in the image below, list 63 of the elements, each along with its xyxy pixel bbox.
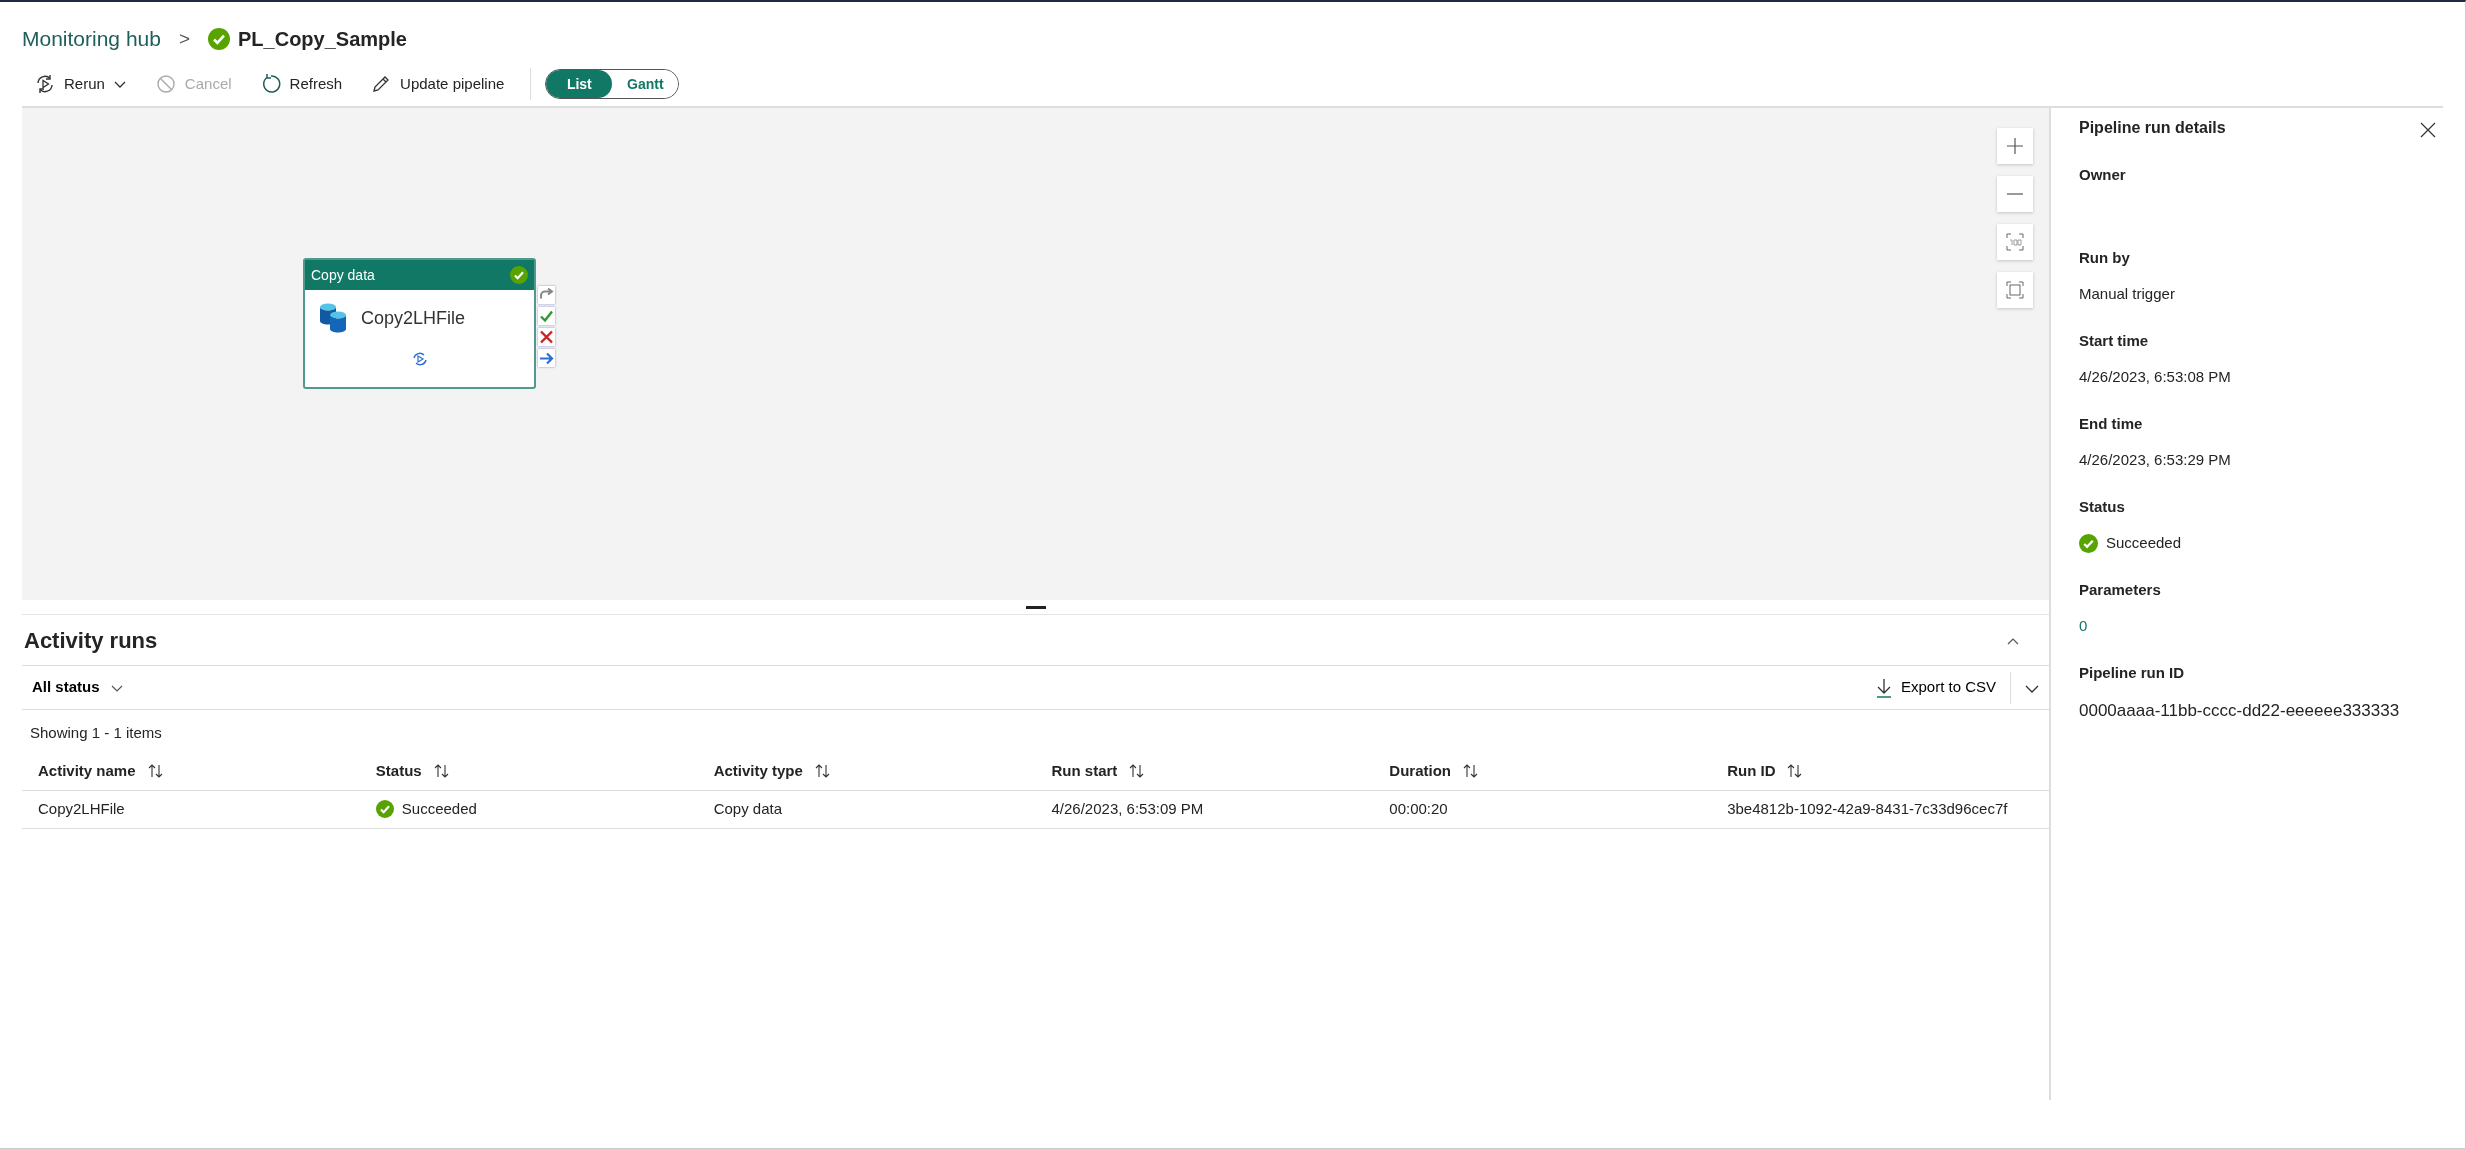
field-value: 4/26/2023, 6:53:08 PM bbox=[2079, 367, 2231, 387]
table-cell-text: Copy2LHFile bbox=[37, 798, 126, 819]
table-cell-text: Copy data bbox=[712, 798, 784, 819]
field-label: Run by bbox=[2079, 247, 2131, 268]
export-csv-button[interactable]: Export to CSV bbox=[1868, 675, 2002, 700]
sort-icon bbox=[147, 763, 164, 779]
rerun-button[interactable]: Rerun bbox=[22, 68, 139, 100]
field-label: Status bbox=[2079, 496, 2126, 517]
field-value: 0000aaaa-11bb-cccc-dd22-eeeeee333333 bbox=[2079, 700, 2400, 722]
activity-name: Copy2LHFile bbox=[361, 306, 466, 330]
sort-icon bbox=[1463, 763, 1479, 779]
zoom-100-icon bbox=[2005, 232, 2025, 252]
field-label: Parameters bbox=[2079, 579, 2162, 600]
fit-to-screen-button[interactable] bbox=[1997, 272, 2033, 308]
table-cell-text: Succeeded bbox=[401, 798, 477, 819]
field-label: Start time bbox=[2079, 330, 2150, 351]
refresh-button[interactable]: Refresh bbox=[247, 68, 355, 100]
activity-type: Copy data bbox=[311, 265, 375, 285]
database-icon bbox=[319, 302, 347, 334]
sort-icon bbox=[1787, 763, 1804, 779]
parameters-link[interactable]: 0 bbox=[2079, 615, 2088, 638]
status-filter-dropdown[interactable]: All status bbox=[22, 676, 134, 699]
panel-title: Pipeline run details bbox=[2079, 118, 2226, 138]
fit-screen-icon bbox=[2005, 280, 2025, 300]
resize-handle[interactable] bbox=[1025, 605, 1046, 609]
column-header[interactable]: Run start bbox=[1035, 759, 1374, 783]
item-count: Showing 1 - 1 items bbox=[29, 723, 163, 743]
rerun-icon bbox=[34, 73, 56, 95]
cancel-icon bbox=[154, 73, 177, 95]
table-cell-text: 00:00:20 bbox=[1388, 798, 1449, 819]
edit-button[interactable]: Update pipeline bbox=[358, 68, 517, 100]
column-header[interactable]: Run ID bbox=[1711, 759, 2049, 783]
check-icon bbox=[538, 307, 555, 325]
column-header[interactable]: Status bbox=[359, 759, 698, 783]
plus-icon bbox=[2005, 136, 2025, 156]
download-icon bbox=[1874, 677, 1893, 698]
sort-icon bbox=[433, 763, 450, 779]
field-value: Succeeded bbox=[2106, 533, 2182, 553]
sort-icon bbox=[1129, 763, 1146, 779]
column-header[interactable]: Activity type bbox=[697, 759, 1036, 783]
close-icon bbox=[2419, 121, 2437, 140]
section-title: Activity runs bbox=[23, 626, 158, 655]
cross-icon bbox=[538, 328, 555, 346]
field-label: Pipeline run ID bbox=[2079, 662, 2185, 683]
breadcrumb-link[interactable]: Monitoring hub bbox=[22, 23, 161, 55]
breadcrumb-separator: > bbox=[178, 26, 191, 51]
rerun-icon bbox=[410, 350, 429, 368]
column-header[interactable]: Duration bbox=[1373, 759, 1712, 783]
table-cell-text: 3be4812b-1092-42a9-8431-7c33d96cec7f bbox=[1726, 798, 2009, 819]
view-tab[interactable]: List bbox=[546, 70, 613, 98]
field-value: Manual trigger bbox=[2079, 284, 2175, 304]
field-label: End time bbox=[2079, 413, 2144, 434]
sort-icon bbox=[814, 763, 831, 779]
minus-icon bbox=[2007, 193, 2023, 195]
zoom-out-button[interactable] bbox=[1997, 176, 2033, 212]
table-cell-text: 4/26/2023, 6:53:09 PM bbox=[1050, 798, 1205, 819]
right-arrow-icon bbox=[538, 349, 555, 367]
reset-zoom-button[interactable] bbox=[1997, 224, 2033, 260]
pipeline-title: PL_Copy_Sample bbox=[238, 27, 407, 52]
field-label: Owner bbox=[2079, 165, 2127, 185]
column-header[interactable]: Activity name bbox=[22, 759, 360, 783]
zoom-in-button[interactable] bbox=[1997, 128, 2033, 164]
field-value: 4/26/2023, 6:53:29 PM bbox=[2079, 450, 2231, 470]
